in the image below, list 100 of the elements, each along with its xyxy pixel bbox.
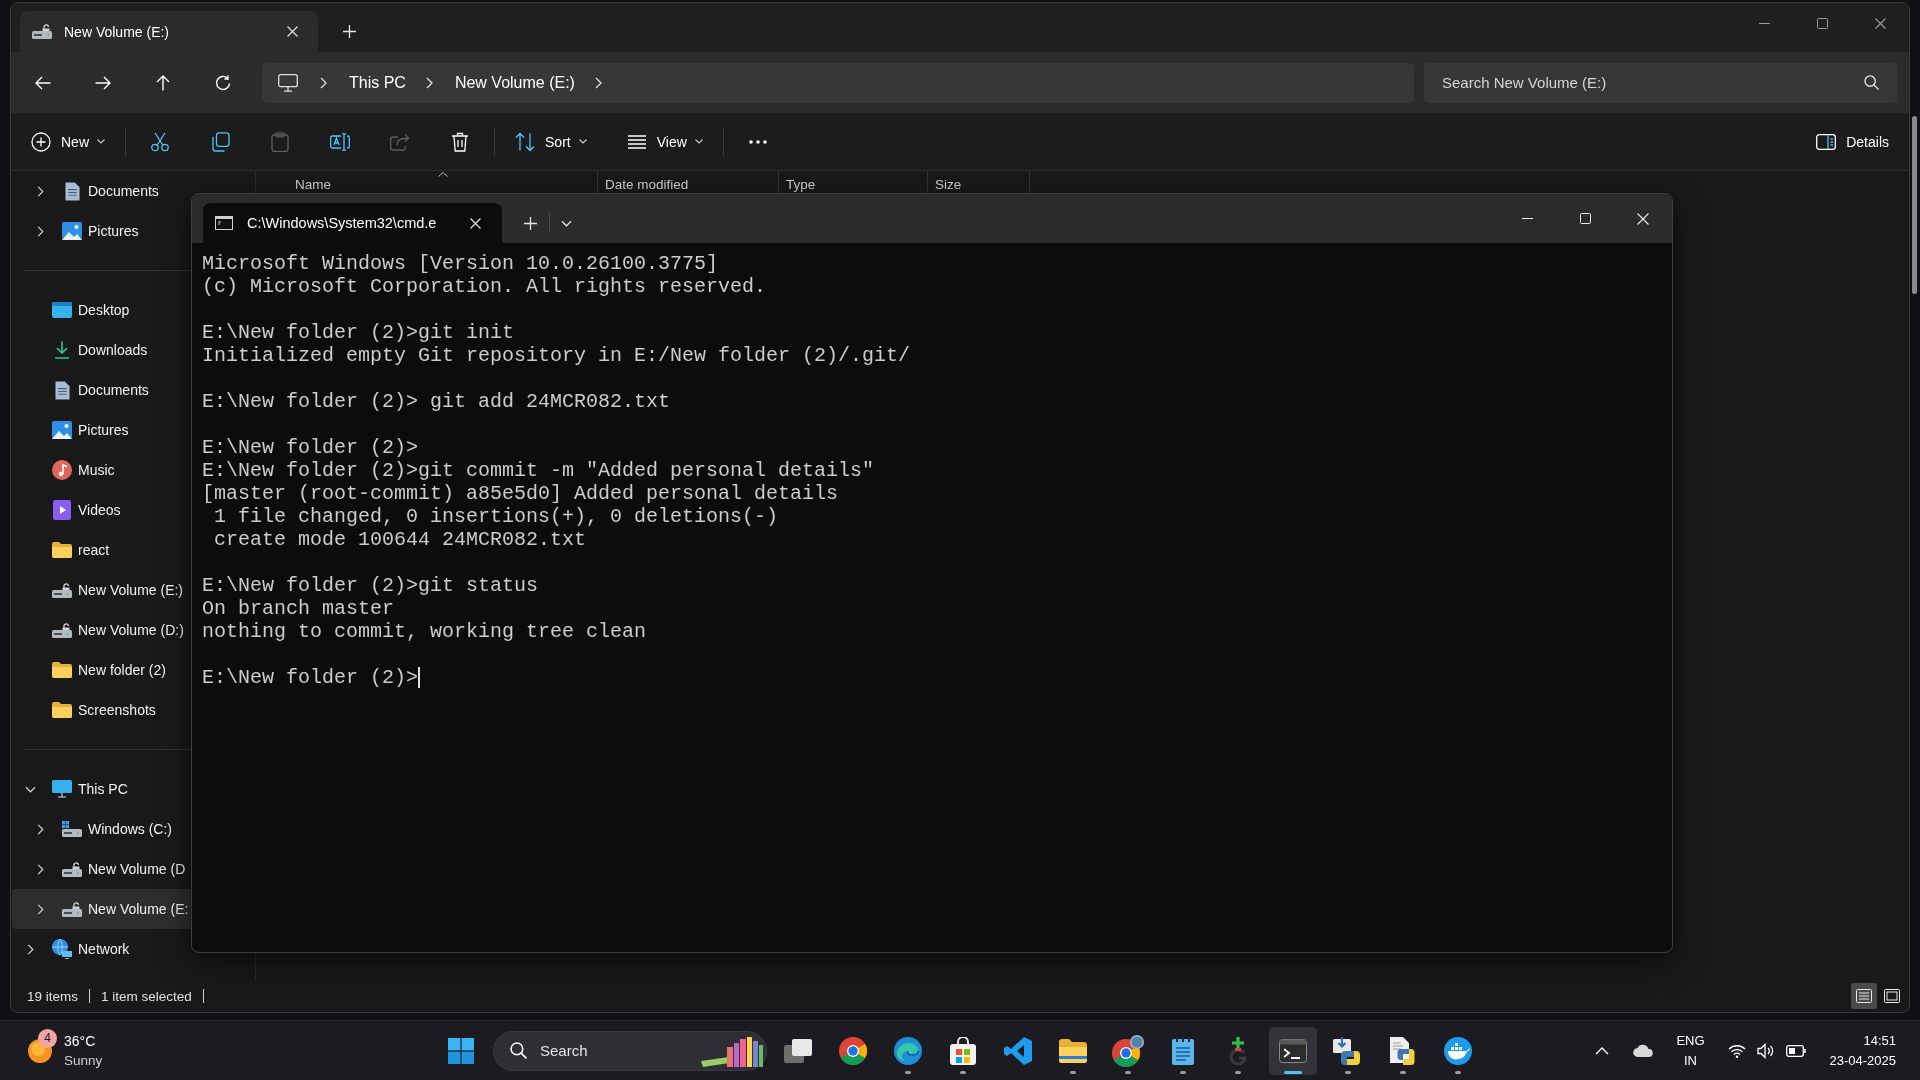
sidebar-item[interactable]: Pictures: [12, 410, 191, 450]
minimize-icon: [1521, 218, 1533, 219]
search-field[interactable]: Search: [540, 1042, 630, 1059]
sidebar-item[interactable]: Network: [12, 929, 191, 969]
arrow-left-icon: [35, 75, 51, 90]
terminal-line: 1 file changed, 0 insertions(+), 0 deletions(-): [213, 505, 779, 528]
chevron-right-icon[interactable]: [36, 903, 44, 915]
details-view-button[interactable]: [1851, 983, 1877, 1009]
minimize-icon: [1758, 22, 1770, 24]
chevron-right-icon[interactable]: [320, 76, 327, 89]
installer-icon: [1333, 1036, 1363, 1065]
search-icon: [510, 1042, 527, 1059]
share-icon: [390, 132, 410, 151]
chevron-right-icon[interactable]: [36, 823, 44, 835]
sidebar-item[interactable]: New Volume (D:): [12, 610, 191, 650]
column-header[interactable]: Name: [295, 177, 331, 193]
terminal-tab[interactable]: C:\Windows\System32\cmd.e: [203, 203, 502, 243]
weather-widget[interactable]: 4 36°C Sunny: [22, 1026, 111, 1075]
explorer-tab[interactable]: New Volume (E:): [20, 11, 318, 52]
chevron-right-icon[interactable]: [425, 76, 433, 89]
maximize-icon: [1816, 17, 1828, 29]
terminal-icon: [1279, 1038, 1307, 1063]
close-icon[interactable]: [287, 26, 298, 37]
sidebar-item[interactable]: New Volume (E:): [12, 570, 191, 610]
sidebar-item[interactable]: Documents: [12, 171, 191, 211]
document-icon: [64, 181, 80, 201]
sidebar-item[interactable]: Downloads: [12, 330, 191, 370]
search-icon[interactable]: [1864, 75, 1879, 90]
plus-circle-icon: [31, 131, 51, 152]
code-editor-icon: [1004, 1036, 1032, 1065]
sidebar-item[interactable]: New Volume (D: [12, 849, 191, 889]
address-bar[interactable]: This PC New Volume (E:): [262, 62, 1414, 103]
folder-icon: [52, 702, 72, 718]
scissors-icon: [150, 131, 170, 152]
sidebar-item[interactable]: react: [12, 530, 191, 570]
music-note-icon: [52, 460, 72, 480]
more-icon: [748, 139, 767, 144]
notification-badge: 4: [38, 1028, 57, 1048]
search-field[interactable]: Search New Volume (E:): [1442, 74, 1852, 91]
sidebar-item[interactable]: Documents: [12, 370, 191, 410]
chevron-down-icon: [97, 139, 105, 144]
sidebar-item[interactable]: Videos: [12, 490, 191, 530]
sidebar-item[interactable]: Pictures: [12, 211, 191, 251]
sidebar-item[interactable]: Music: [12, 450, 191, 490]
sidebar-item[interactable]: New folder (2): [12, 650, 191, 690]
sidebar-item[interactable]: Desktop: [12, 290, 191, 330]
refresh-icon: [215, 74, 231, 91]
view-button[interactable]: View: [618, 123, 711, 160]
wave-browser-icon: [894, 1036, 922, 1065]
terminal-line: [master (root-commit) a85e5d0] Added personal details: [202, 482, 839, 505]
copy-icon: [210, 131, 230, 152]
sort-arrows-icon: [515, 131, 535, 152]
details-button[interactable]: Details: [1808, 123, 1897, 160]
folder-icon: [52, 662, 72, 678]
terminal-line: E:\New folder (2)>: [202, 666, 419, 689]
system-drive-icon: [62, 821, 82, 837]
sidebar-item[interactable]: Windows (C:): [12, 809, 191, 849]
chevron-down-icon: [578, 139, 587, 144]
clock-button[interactable]: 14:51 23-04-2025: [1819, 1028, 1906, 1073]
breadcrumb-item[interactable]: New Volume (E:): [454, 73, 575, 92]
breadcrumb-item[interactable]: This PC: [349, 73, 406, 92]
sort-button[interactable]: Sort: [507, 123, 595, 160]
chevron-up-icon: [1594, 1046, 1609, 1055]
column-header[interactable]: Date modified: [605, 177, 689, 193]
wifi-icon: [1727, 1043, 1746, 1058]
search-bar[interactable]: Search New Volume (E:): [1424, 62, 1897, 103]
drive-icon: [52, 622, 72, 638]
task-view-icon: [784, 1038, 812, 1063]
chevron-right-icon[interactable]: [36, 225, 44, 237]
browser-icon: [839, 1036, 867, 1065]
terminal-line: (c) Microsoft Corporation. All rights reserved.: [202, 275, 767, 298]
chevron-right-icon[interactable]: [594, 76, 602, 89]
list-view-icon: [1856, 989, 1872, 1003]
sidebar-item[interactable]: New Volume (E:: [12, 889, 191, 929]
drive-icon: [62, 861, 82, 877]
chevron-down-icon[interactable]: [24, 785, 36, 793]
column-header[interactable]: Size: [935, 177, 962, 193]
sidebar-item[interactable]: Screenshots: [12, 690, 191, 730]
taskbar-app-button[interactable]: [1269, 1026, 1317, 1075]
search-bar[interactable]: Search: [493, 1030, 767, 1071]
picture-icon: [62, 222, 82, 240]
column-header[interactable]: Type: [786, 177, 816, 193]
trash-icon: [451, 131, 469, 152]
sidebar-item[interactable]: This PC: [12, 769, 191, 809]
network-icon: [52, 939, 72, 959]
language-button[interactable]: ENG IN: [1668, 1028, 1713, 1073]
document-icon: [54, 380, 70, 400]
chevron-right-icon[interactable]: [36, 185, 44, 197]
battery-icon: [1785, 1044, 1806, 1057]
scrollbar-thumb[interactable]: [1912, 116, 1917, 294]
arrow-right-icon: [95, 75, 111, 90]
chevron-right-icon[interactable]: [36, 863, 44, 875]
folder-icon: [52, 542, 72, 558]
close-icon[interactable]: [470, 217, 481, 229]
list-lines-icon: [626, 134, 647, 149]
cloud-icon: [1632, 1044, 1653, 1057]
desktop-icon: [52, 302, 72, 318]
chevron-right-icon[interactable]: [26, 943, 34, 955]
script-file-icon: [1390, 1036, 1416, 1065]
new-button[interactable]: New: [23, 123, 113, 160]
